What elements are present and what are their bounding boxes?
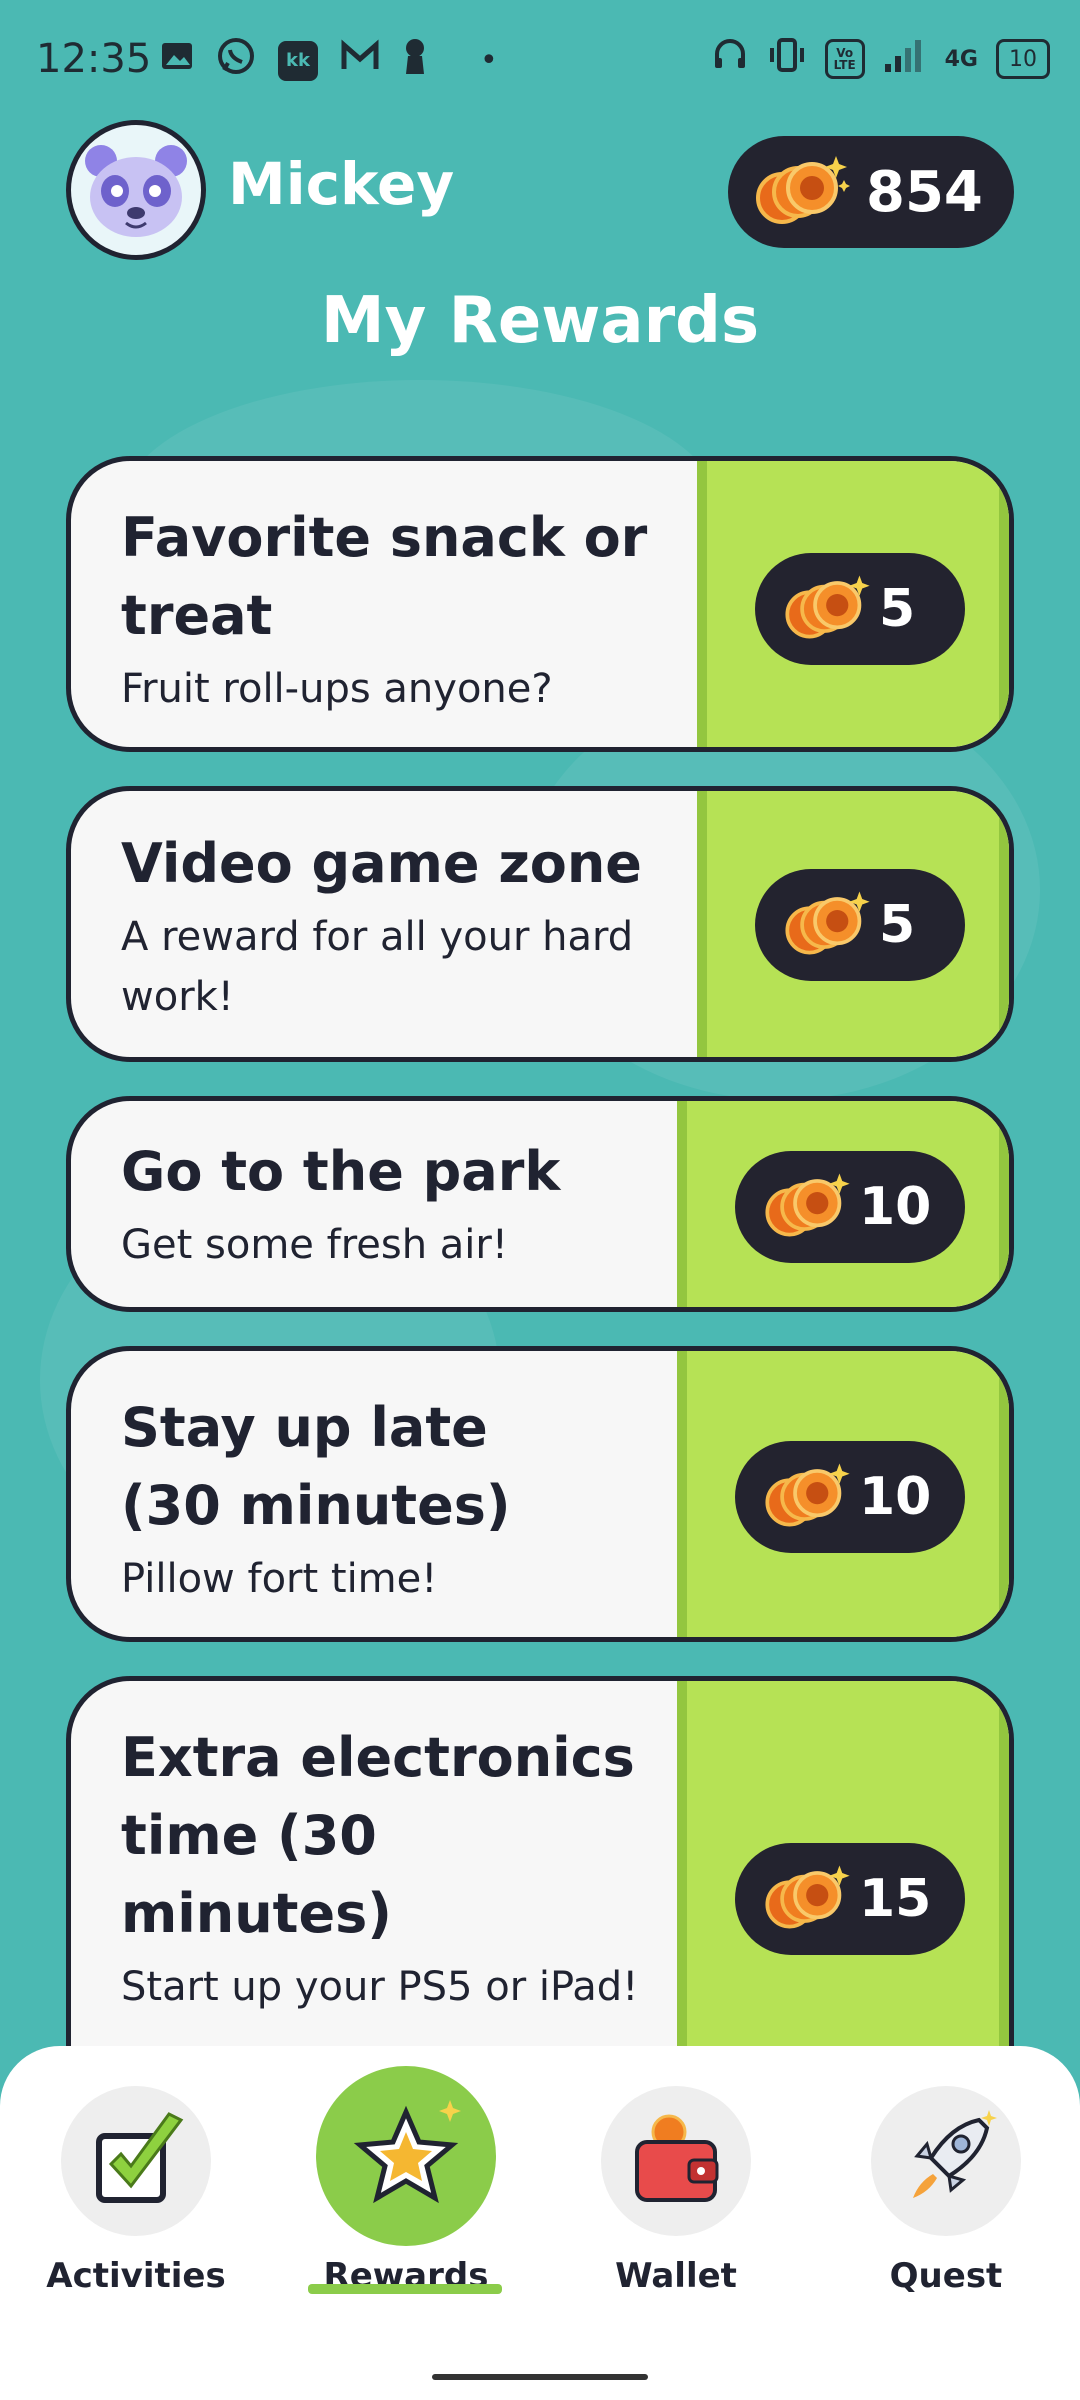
- reward-text: Go to the park Get some fresh air!: [121, 1133, 661, 1275]
- reward-cost-value: 5: [879, 895, 916, 955]
- active-tab-indicator: [308, 2284, 502, 2294]
- reward-text: Stay up late (30 minutes) Pillow fort ti…: [121, 1389, 601, 1609]
- checkbox-icon: [61, 2086, 211, 2236]
- battery-level: 10: [1009, 46, 1037, 72]
- status-time: 12:35: [36, 36, 152, 82]
- reward-description: Pillow fort time!: [121, 1556, 438, 1602]
- reward-cost-badge[interactable]: 5: [755, 553, 965, 665]
- nav-label: Quest: [889, 2256, 1003, 2296]
- nav-item-quest[interactable]: Quest: [836, 2066, 1056, 2306]
- home-indicator[interactable]: [432, 2374, 648, 2380]
- reward-cost-badge[interactable]: 10: [735, 1441, 965, 1553]
- reward-text: Extra electronics time (30 minutes) Star…: [121, 1719, 641, 2017]
- reward-cost-value: 15: [859, 1869, 932, 1929]
- reward-description: Fruit roll-ups anyone?: [121, 666, 553, 712]
- kk-app-icon: kk: [278, 40, 318, 81]
- reward-name: Go to the park: [121, 1140, 561, 1203]
- reward-cost-badge[interactable]: 15: [735, 1843, 965, 1955]
- reward-card[interactable]: Favorite snack or treat Fruit roll-ups a…: [66, 456, 1014, 752]
- star-icon: [316, 2066, 496, 2246]
- page-title: My Rewards: [320, 284, 760, 358]
- image-icon: [160, 39, 194, 82]
- nav-label: Wallet: [615, 2256, 737, 2296]
- headset-icon: [711, 36, 749, 82]
- volte-icon: Vo LTE: [824, 39, 865, 79]
- rocket-icon: [871, 2086, 1021, 2236]
- reward-cost-badge[interactable]: 10: [735, 1151, 965, 1263]
- panda-avatar-icon: [85, 145, 187, 237]
- avatar[interactable]: [66, 120, 206, 260]
- username: Mickey: [228, 150, 455, 218]
- keyhole-icon: [402, 36, 428, 85]
- wallet-icon: [601, 2086, 751, 2236]
- reward-name: Video game zone: [121, 832, 642, 895]
- coin-stack-icon: [783, 886, 873, 964]
- whatsapp-icon: [216, 36, 256, 85]
- reward-text: Video game zone A reward for all your ha…: [121, 825, 681, 1027]
- reward-name: Favorite snack or treat: [121, 506, 648, 647]
- signal-icon: [883, 36, 927, 82]
- gmail-icon: [340, 39, 380, 82]
- nav-item-rewards[interactable]: Rewards: [296, 2066, 516, 2306]
- battery-icon: 10: [996, 39, 1050, 79]
- reward-name: Extra electronics time (30 minutes): [121, 1726, 635, 1945]
- status-bar: 12:35 kk • Vo LTE 4G 10: [0, 0, 1080, 120]
- reward-cost-value: 10: [859, 1467, 932, 1527]
- dot-icon: •: [480, 43, 498, 78]
- nav-item-wallet[interactable]: Wallet: [566, 2066, 786, 2306]
- reward-description: Get some fresh air!: [121, 1222, 508, 1268]
- coin-stack-icon: [763, 1860, 853, 1938]
- coin-stack-icon: [783, 570, 873, 648]
- notification-icons: kk •: [160, 36, 498, 85]
- reward-card[interactable]: Go to the park Get some fresh air! 10: [66, 1096, 1014, 1312]
- reward-description: A reward for all your hard work!: [121, 914, 634, 1020]
- coin-balance-value: 854: [866, 159, 983, 225]
- vibrate-icon: [767, 36, 807, 82]
- reward-name: Stay up late (30 minutes): [121, 1396, 511, 1537]
- reward-cost-badge[interactable]: 5: [755, 869, 965, 981]
- reward-text: Favorite snack or treat Fruit roll-ups a…: [121, 499, 681, 719]
- coin-stack-icon: [754, 150, 850, 234]
- coin-stack-icon: [763, 1168, 853, 1246]
- reward-cost-value: 5: [879, 579, 916, 639]
- bottom-nav: Activities Rewards Wallet Quest: [0, 2046, 1080, 2400]
- reward-cost-value: 10: [859, 1177, 932, 1237]
- coin-balance-badge[interactable]: 854: [728, 136, 1014, 248]
- network-type: 4G: [944, 46, 978, 72]
- nav-item-activities[interactable]: Activities: [26, 2066, 246, 2306]
- system-icons: Vo LTE 4G 10: [711, 36, 1050, 82]
- reward-card[interactable]: Stay up late (30 minutes) Pillow fort ti…: [66, 1346, 1014, 1642]
- coin-stack-icon: [763, 1458, 853, 1536]
- reward-description: Start up your PS5 or iPad!: [121, 1964, 639, 2010]
- reward-card[interactable]: Video game zone A reward for all your ha…: [66, 786, 1014, 1062]
- nav-label: Activities: [46, 2256, 226, 2296]
